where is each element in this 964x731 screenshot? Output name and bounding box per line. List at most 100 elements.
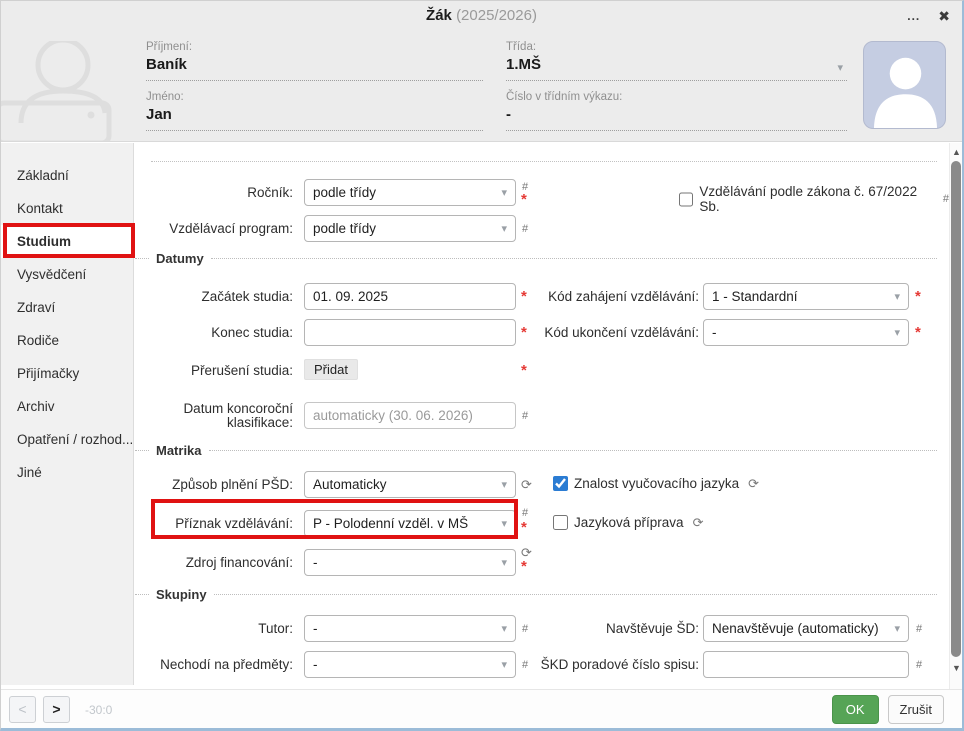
- jazykova-checkbox[interactable]: [553, 515, 568, 530]
- priznak-value: P - Polodenní vzděl. v MŠ: [313, 516, 497, 531]
- pridat-button[interactable]: Přidat: [304, 359, 358, 380]
- zdroj-dropdown[interactable]: - ▾: [304, 549, 516, 576]
- person-silhouette-icon: [864, 42, 946, 129]
- chevron-down-icon: ▾: [894, 326, 900, 339]
- prev-record-button[interactable]: <: [9, 696, 36, 723]
- firstname-label: Jméno:: [146, 91, 483, 103]
- sidebar-item-vysvedceni[interactable]: Vysvědčení: [1, 258, 133, 291]
- hash-icon: #: [522, 410, 528, 422]
- sidebar-item-zakladni[interactable]: Základní: [1, 159, 133, 192]
- nechodi-dropdown[interactable]: - ▾: [304, 651, 516, 678]
- form-content: Ročník: podle třídy ▾ # * Vzdělávání pod…: [135, 143, 949, 689]
- required-asterisk-icon: *: [915, 327, 921, 339]
- sidebar-item-jine[interactable]: Jiné: [1, 456, 133, 489]
- rocnik-dropdown[interactable]: podle třídy ▾: [304, 179, 516, 206]
- sidebar-item-prijimacky[interactable]: Přijímačky: [1, 357, 133, 390]
- divider: [151, 161, 937, 162]
- required-asterisk-icon: *: [521, 194, 527, 206]
- required-asterisk-icon: *: [915, 291, 921, 303]
- nechodi-value: -: [313, 657, 497, 672]
- student-header: Příjmení: Baník Třída: 1.MŠ ▾ Jméno: Jan…: [1, 31, 962, 142]
- required-asterisk-icon: *: [521, 365, 527, 377]
- chevron-down-icon: ▾: [501, 186, 507, 199]
- sidebar-item-studium[interactable]: Studium: [1, 225, 133, 258]
- lastname-label: Příjmení:: [146, 41, 483, 53]
- zacatek-input[interactable]: 01. 09. 2025: [304, 283, 516, 310]
- konec-input[interactable]: [304, 319, 516, 346]
- rocnik-label: Ročník:: [135, 179, 293, 206]
- class-number-value: -: [506, 106, 847, 131]
- chevron-down-icon: ▾: [501, 222, 507, 235]
- student-photo-placeholder[interactable]: [863, 41, 946, 129]
- required-asterisk-icon: *: [521, 561, 527, 573]
- zakon-checkbox[interactable]: [679, 192, 693, 207]
- chevron-down-icon: ▾: [837, 61, 843, 74]
- dialog-title-text: Žák: [426, 7, 452, 24]
- znalost-checkbox[interactable]: [553, 476, 568, 491]
- chevron-down-icon: ▾: [894, 290, 900, 303]
- dialog-title-year: (2025/2026): [456, 7, 537, 24]
- tutor-value: -: [313, 621, 497, 636]
- class-dropdown[interactable]: 1.MŠ ▾: [506, 56, 847, 81]
- required-asterisk-icon: *: [521, 522, 527, 534]
- priznak-dropdown[interactable]: P - Polodenní vzděl. v MŠ ▾: [304, 510, 516, 537]
- lastname-input[interactable]: Baník: [146, 56, 483, 81]
- vertical-scrollbar[interactable]: ▲ ▼: [949, 143, 962, 689]
- konec-label: Konec studia:: [135, 319, 293, 346]
- navstevuje-dropdown[interactable]: Nenavštěvuje (automaticky) ▾: [703, 615, 909, 642]
- field-firstname: Jméno: Jan: [146, 91, 483, 131]
- sidebar-item-rodice[interactable]: Rodiče: [1, 324, 133, 357]
- datum-klasifikace-label: Datum koncoroční klasifikace:: [135, 402, 293, 429]
- class-number-label: Číslo v třídním výkazu:: [506, 91, 847, 103]
- sidebar-item-kontakt[interactable]: Kontakt: [1, 192, 133, 225]
- hash-icon: #: [522, 223, 528, 235]
- refresh-icon[interactable]: ⟳: [693, 517, 704, 529]
- next-record-button[interactable]: >: [43, 696, 70, 723]
- ok-button[interactable]: OK: [832, 695, 879, 724]
- program-dropdown[interactable]: podle třídy ▾: [304, 215, 516, 242]
- dialog-footer: < > -30:0 OK Zrušit: [1, 689, 962, 729]
- tutor-dropdown[interactable]: - ▾: [304, 615, 516, 642]
- cancel-button[interactable]: Zrušit: [888, 695, 945, 724]
- rocnik-value: podle třídy: [313, 185, 497, 200]
- student-desk-icon: [1, 41, 161, 142]
- section-datumy-label: Datumy: [156, 251, 204, 266]
- program-value: podle třídy: [313, 221, 497, 236]
- sidebar-item-archiv[interactable]: Archiv: [1, 390, 133, 423]
- zacatek-value: 01. 09. 2025: [313, 289, 507, 304]
- priznak-label: Příznak vzdělávání:: [135, 510, 293, 537]
- nechodi-label: Nechodí na předměty:: [135, 651, 293, 678]
- kod-ukonceni-dropdown[interactable]: - ▾: [703, 319, 909, 346]
- class-value: 1.MŠ: [506, 56, 541, 73]
- kod-zahajeni-label: Kód zahájení vzdělávání:: [515, 283, 699, 310]
- chevron-down-icon: ▾: [501, 622, 507, 635]
- refresh-icon[interactable]: ⟳: [521, 479, 532, 491]
- jazykova-checkbox-row: Jazyková příprava ⟳: [553, 515, 703, 530]
- datum-klasifikace-input[interactable]: automaticky (30. 06. 2026): [304, 402, 516, 429]
- section-matrika-label: Matrika: [156, 443, 202, 458]
- scroll-up-icon[interactable]: ▲: [950, 145, 963, 159]
- zpusob-value: Automaticky: [313, 477, 497, 492]
- close-icon[interactable]: ✖: [938, 9, 950, 23]
- kod-zahajeni-dropdown[interactable]: 1 - Standardní ▾: [703, 283, 909, 310]
- skd-label: ŠKD poradové číslo spisu:: [515, 651, 699, 678]
- zakon-checkbox-row: Vzdělávání podle zákona č. 67/2022 Sb. #: [679, 184, 949, 214]
- hash-icon: #: [522, 507, 528, 519]
- zpusob-dropdown[interactable]: Automaticky ▾: [304, 471, 516, 498]
- kod-ukonceni-value: -: [712, 325, 890, 340]
- jazykova-checkbox-label: Jazyková příprava: [574, 515, 684, 530]
- zdroj-label: Zdroj financování:: [135, 549, 293, 576]
- refresh-icon[interactable]: ⟳: [748, 478, 759, 490]
- section-skupiny-label: Skupiny: [156, 587, 207, 602]
- sidebar-item-zdravi[interactable]: Zdraví: [1, 291, 133, 324]
- section-skupiny: Skupiny: [135, 587, 937, 602]
- more-options-icon[interactable]: ...: [907, 10, 920, 22]
- firstname-input[interactable]: Jan: [146, 106, 483, 131]
- tutor-label: Tutor:: [135, 615, 293, 642]
- scrollbar-thumb[interactable]: [951, 161, 961, 657]
- student-detail-dialog: Žák (2025/2026) ... ✖ Příjmení: Baník Tř…: [0, 0, 964, 731]
- sidebar-item-opatreni[interactable]: Opatření / rozhod...: [1, 423, 133, 456]
- record-counter: -30:0: [85, 703, 112, 717]
- skd-input[interactable]: [703, 651, 909, 678]
- scroll-down-icon[interactable]: ▼: [950, 661, 963, 675]
